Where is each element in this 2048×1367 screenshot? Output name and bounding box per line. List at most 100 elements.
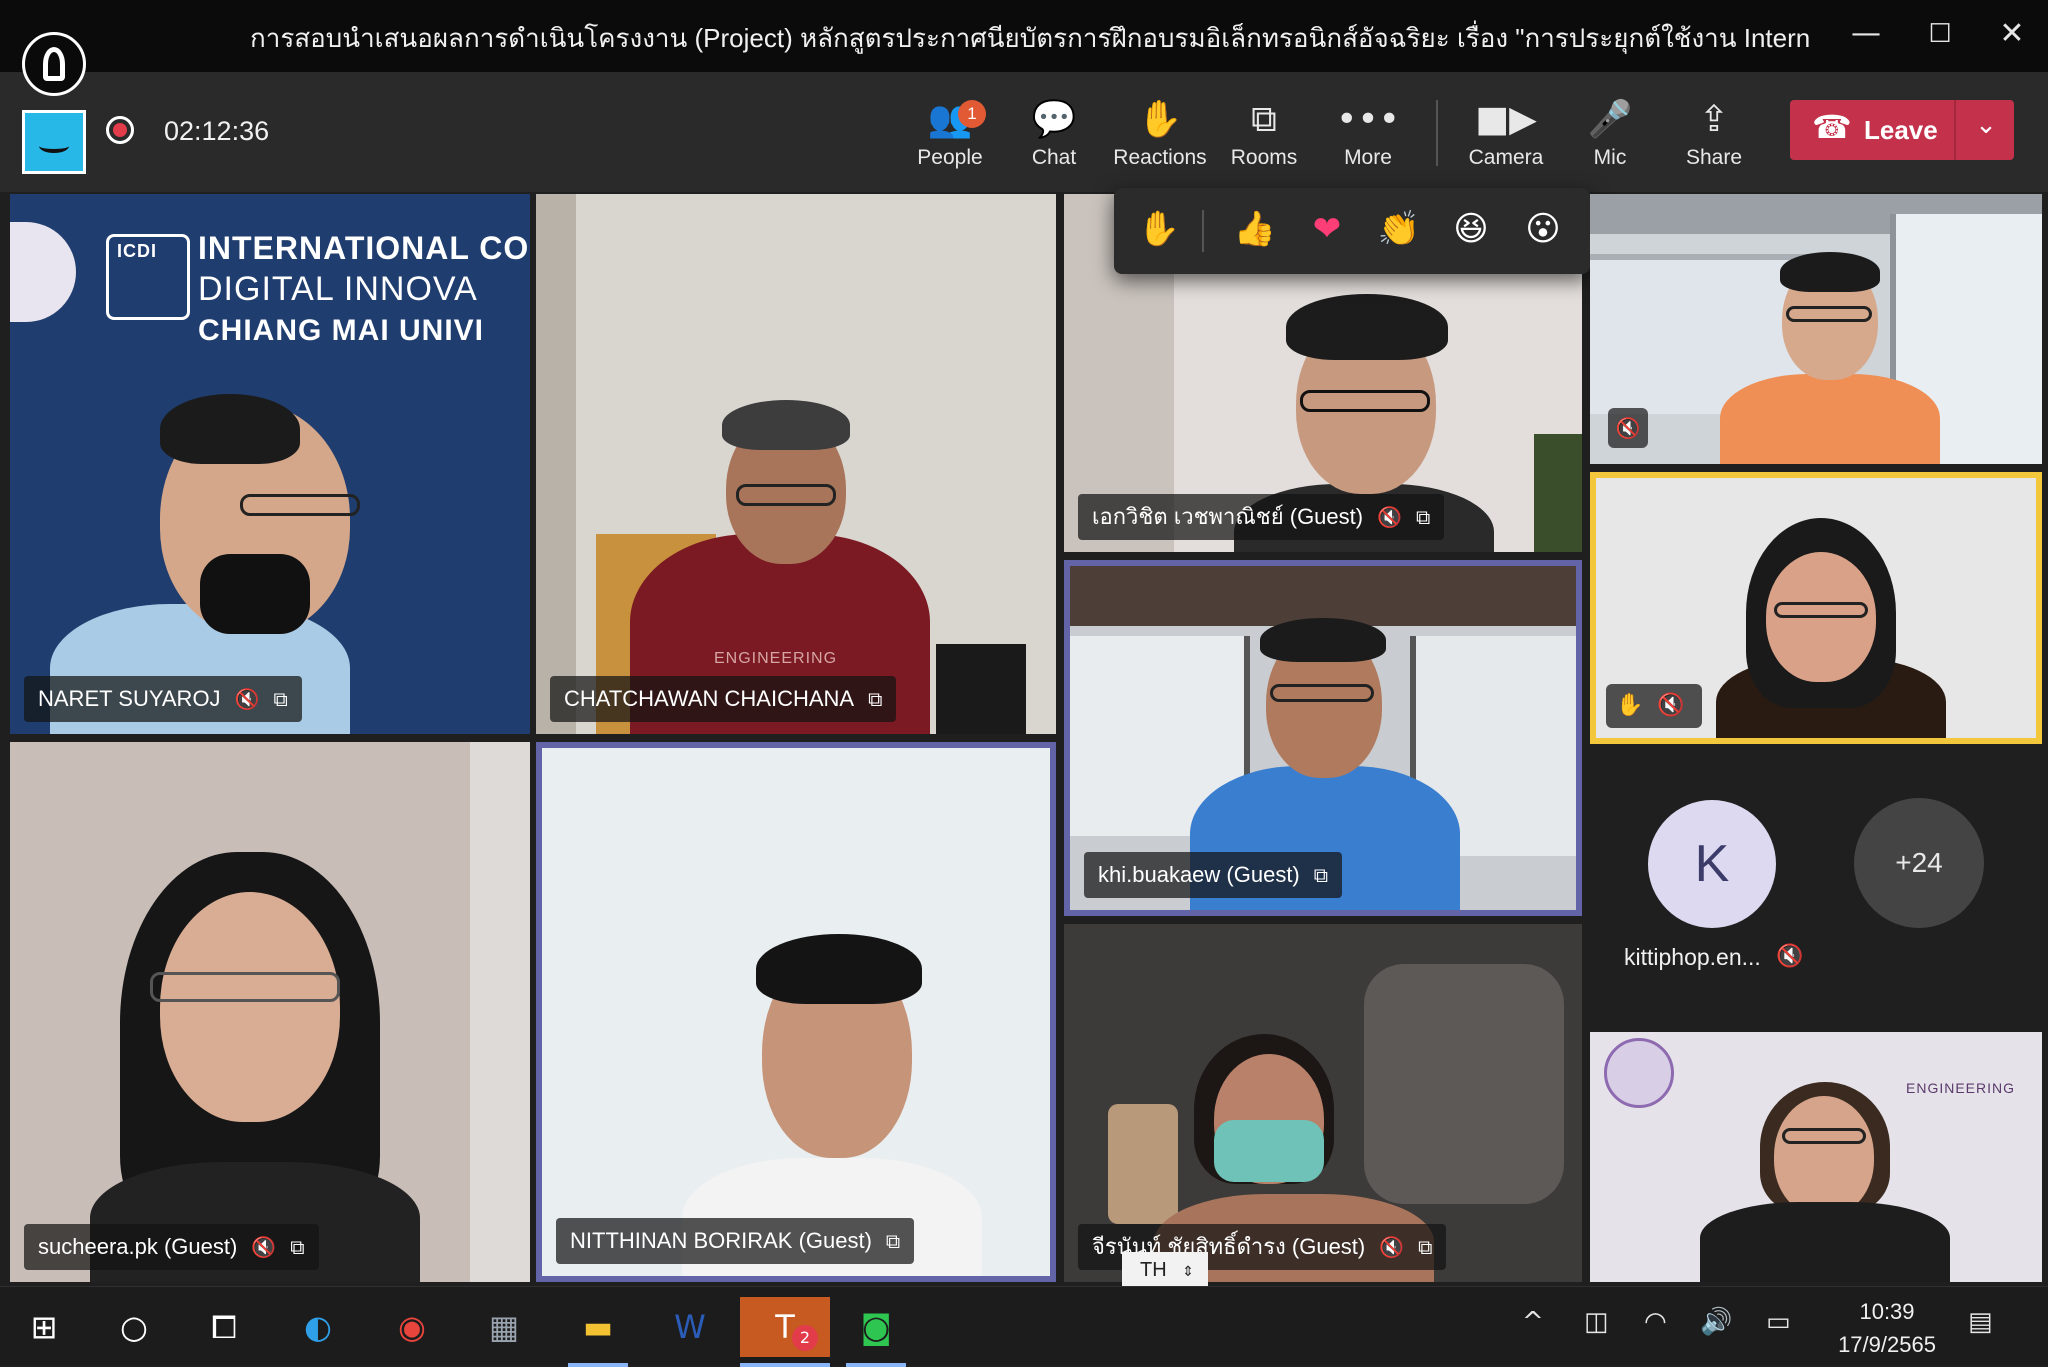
rooms-label: Rooms — [1230, 146, 1298, 169]
mic-button[interactable]: 🎤 Mic — [1560, 94, 1660, 190]
clock-date: 17/9/2565 — [1838, 1332, 1936, 1357]
more-button[interactable]: ••• More — [1318, 94, 1418, 190]
icdi-logo-text: ICDI — [117, 241, 157, 261]
icdi-logo-icon: ICDI — [106, 234, 190, 320]
ime-language: TH — [1140, 1259, 1167, 1281]
teams-badge: 2 — [792, 1325, 818, 1351]
reactions-divider — [1202, 210, 1204, 252]
file-explorer-icon[interactable]: ▬ — [568, 1297, 628, 1367]
camera-button[interactable]: ■▶ Camera — [1456, 94, 1556, 190]
title-bar: การสอบนำเสนอผลการดำเนินโครงงาน (Project)… — [0, 0, 2048, 72]
video-tile-engineering[interactable]: ENGINEERING — [1590, 1032, 2042, 1282]
toolbar-divider — [1436, 100, 1438, 166]
rooms-icon: ⧉ — [1251, 99, 1277, 140]
video-tile-hand-raised[interactable]: ✋ 🔇 — [1590, 472, 2042, 744]
laugh-reaction[interactable]: 😆 — [1444, 202, 1498, 256]
raise-hand-reaction[interactable]: ✋ — [1132, 202, 1186, 256]
pin-icon[interactable]: ⧉ — [1416, 505, 1430, 529]
university-seal-icon — [10, 222, 76, 322]
maximize-button[interactable]: ☐ — [1920, 14, 1960, 54]
share-label: Share — [1685, 146, 1743, 169]
pin-icon[interactable]: ⧉ — [886, 1229, 900, 1253]
notifications-icon[interactable]: ▤ — [1968, 1307, 1993, 1337]
engineering-banner: ENGINEERING — [1906, 1080, 2016, 1096]
edge-icon[interactable]: ◐ — [288, 1297, 348, 1357]
word-icon[interactable]: W — [660, 1297, 720, 1357]
chat-button[interactable]: 💬 Chat — [1004, 94, 1104, 190]
participant-name: NITTHINAN BORIRAK (Guest) — [570, 1228, 872, 1253]
participant-avatar-k[interactable]: K — [1648, 800, 1776, 928]
people-badge: 1 — [958, 100, 986, 128]
pin-icon[interactable]: ⧉ — [290, 1235, 304, 1259]
mic-muted-icon: 🔇 — [234, 687, 260, 711]
reactions-button[interactable]: ✋ Reactions — [1108, 94, 1212, 190]
mic-muted-icon: 🔇 — [1608, 408, 1648, 448]
share-icon: ⇪ — [1698, 99, 1730, 140]
share-button[interactable]: ⇪ Share — [1664, 94, 1764, 190]
windows-start-icon[interactable]: ⊞ — [14, 1297, 74, 1357]
backdrop-line3: CHIANG MAI UNIVI — [198, 314, 484, 347]
line-icon[interactable]: ◙ — [846, 1297, 906, 1367]
pin-icon[interactable]: ⧉ — [1314, 863, 1328, 887]
university-seal-icon — [1604, 1038, 1674, 1108]
surprised-reaction[interactable]: 😮 — [1516, 202, 1570, 256]
chevron-down-icon[interactable]: ⌄ — [1966, 110, 2006, 140]
participant-name: NARET SUYAROJ — [38, 686, 221, 711]
people-label: People — [917, 146, 983, 169]
hand-raised-indicator: ✋ 🔇 — [1606, 684, 1702, 728]
video-tile-jiranan[interactable]: จีรนันท์ ชัยสิทธิ์ดำรง (Guest) 🔇 ⧉ — [1064, 924, 1582, 1282]
video-tile-khi[interactable]: khi.buakaew (Guest) ⧉ — [1064, 560, 1582, 916]
minimize-button[interactable]: — — [1846, 14, 1886, 54]
display-icon[interactable]: ▭ — [1766, 1307, 1791, 1337]
video-tile-nitthinan[interactable]: NITTHINAN BORIRAK (Guest) ⧉ — [536, 742, 1056, 1282]
reactions-icon: ✋ — [1137, 99, 1183, 140]
close-button[interactable]: ✕ — [1992, 14, 2032, 54]
system-clock[interactable]: 10:39 17/9/2565 — [1832, 1295, 1942, 1361]
mic-muted-icon: 🔇 — [251, 1235, 277, 1259]
recording-indicator-icon — [106, 116, 134, 144]
people-icon: 👥 — [927, 99, 973, 140]
pin-icon[interactable]: ⧉ — [1418, 1235, 1432, 1259]
teams-icon[interactable]: T2 — [740, 1297, 830, 1367]
mic-label: Mic — [1593, 146, 1627, 169]
like-reaction[interactable]: 👍 — [1228, 202, 1282, 256]
participant-name: CHATCHAWAN CHAICHANA — [564, 686, 855, 711]
rooms-button[interactable]: ⧉ Rooms — [1214, 94, 1314, 190]
people-button[interactable]: 👥 1 People — [900, 94, 1000, 190]
task-view-icon[interactable]: ⧠ — [194, 1297, 254, 1357]
volume-icon[interactable]: 🔊 — [1700, 1307, 1732, 1337]
mic-muted-icon: 🔇 — [1776, 944, 1804, 969]
mic-muted-icon: 🔇 — [1657, 693, 1685, 718]
clock-time: 10:39 — [1859, 1299, 1915, 1324]
video-tile-office[interactable]: 🔇 — [1590, 194, 2042, 464]
video-tile-naret[interactable]: ICDI INTERNATIONAL CO DIGITAL INNOVA CHI… — [10, 194, 530, 734]
camera-icon: ■▶ — [1475, 99, 1537, 140]
pin-icon[interactable]: ⧉ — [868, 687, 882, 711]
backdrop-line1: INTERNATIONAL CO — [198, 230, 530, 266]
more-participants-button[interactable]: +24 — [1854, 798, 1984, 928]
tray-chevron-icon[interactable]: ^ — [1522, 1307, 1544, 1337]
ime-language-indicator[interactable]: TH ⇕ — [1122, 1252, 1208, 1288]
app-logo-icon — [22, 32, 86, 96]
leave-button[interactable]: ☎ Leave ⌄ — [1790, 100, 2014, 160]
video-tile-chatchawan[interactable]: ENGINEERING CHATCHAWAN CHAICHANA ⧉ — [536, 194, 1056, 734]
applause-reaction[interactable]: 👏 — [1372, 202, 1426, 256]
camera-tray-icon[interactable]: ◫ — [1584, 1307, 1609, 1337]
backdrop-line2: DIGITAL INNOVA — [198, 270, 478, 308]
wifi-icon[interactable]: ◠ — [1644, 1307, 1667, 1337]
meeting-title: การสอบนำเสนอผลการดำเนินโครงงาน (Project)… — [250, 23, 1810, 53]
windows-taskbar: ⊞ ○ ⧠ ◐ ◉ ▦ ▬ W T2 ◙ ^ ◫ ◠ 🔊 ▭ 10:39 17/… — [0, 1286, 2048, 1367]
chrome-icon[interactable]: ◉ — [382, 1297, 442, 1357]
heart-reaction[interactable]: ❤ — [1300, 202, 1354, 256]
pin-icon[interactable]: ⧉ — [273, 687, 287, 711]
calculator-icon[interactable]: ▦ — [474, 1297, 534, 1357]
search-icon[interactable]: ○ — [104, 1297, 164, 1357]
participant-name: เอกวิชิต เวชพาณิชย์ (Guest) — [1092, 504, 1364, 529]
raised-hand-icon: ✋ — [1616, 693, 1644, 718]
participant-name: khi.buakaew (Guest) — [1098, 862, 1300, 887]
chat-icon: 💬 — [1031, 99, 1077, 140]
participant-name-bar: CHATCHAWAN CHAICHANA ⧉ — [550, 676, 897, 722]
reactions-label: Reactions — [1113, 146, 1207, 169]
meeting-avatar-icon — [22, 110, 86, 174]
video-tile-sucheera[interactable]: sucheera.pk (Guest) 🔇 ⧉ — [10, 742, 530, 1282]
